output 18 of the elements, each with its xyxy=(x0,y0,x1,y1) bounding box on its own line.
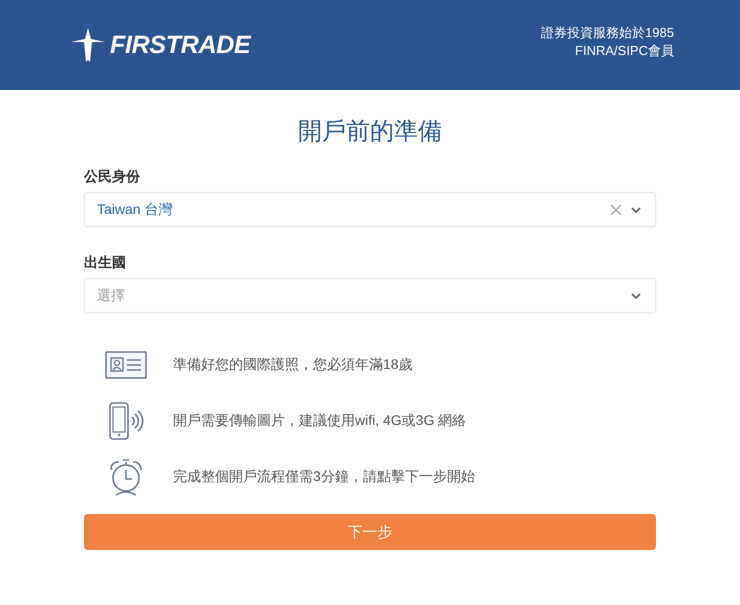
select-placeholder: 選擇 xyxy=(97,286,125,304)
logo-text: FIRSTRADE xyxy=(110,30,250,60)
tagline-text: FINRA/SIPC會員 xyxy=(575,43,674,59)
requirement-text: 完成整個開戶流程僅需3分鐘，請點擊下一步開始 xyxy=(173,468,475,486)
requirement-text: 準備好您的國際護照，您必須年滿18歲 xyxy=(173,356,413,374)
page-title: 開戶前的準備 xyxy=(297,117,443,147)
id-card-icon xyxy=(105,351,147,379)
alarm-clock-icon xyxy=(108,458,144,496)
arrow-logo-icon xyxy=(70,27,106,63)
field-label: 出生國 xyxy=(84,253,127,271)
next-button[interactable]: 下一步 xyxy=(84,514,656,550)
phone-signal-icon xyxy=(108,402,144,440)
select-value: Taiwan 台灣 xyxy=(97,200,172,218)
tagline-text: 證券投資服務始於1985 xyxy=(541,25,674,41)
field-label: 公民身份 xyxy=(84,167,141,185)
select-field[interactable]: Taiwan 台灣 xyxy=(84,192,656,227)
select-field[interactable]: 選擇 xyxy=(84,278,656,313)
requirement-text: 開戶需要傳輸圖片，建議使用wifi, 4G或3G 網絡 xyxy=(173,412,466,430)
